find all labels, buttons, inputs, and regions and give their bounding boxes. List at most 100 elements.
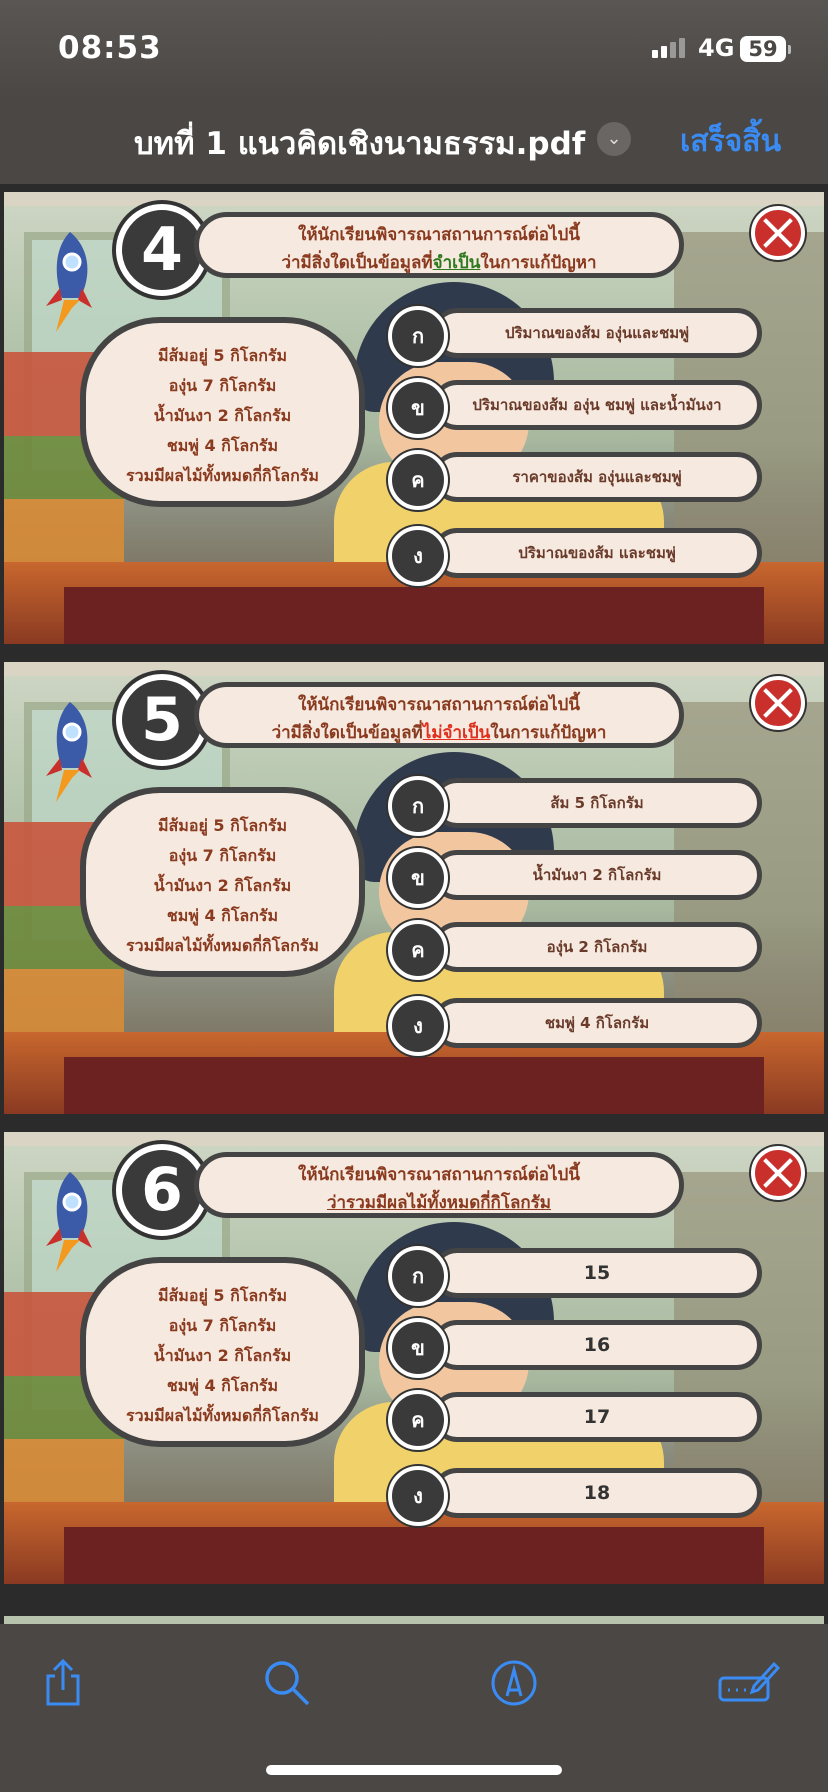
option-d[interactable]: ง ปริมาณของส้ม และชมพู่ — [388, 526, 772, 586]
signature-icon[interactable] — [716, 1656, 780, 1710]
prompt-line-2: ว่ามีสิ่งใดเป็นข้อมูลที่จำเป็นในการแก้ปั… — [199, 249, 679, 277]
info-line: องุ่น 7 กิโลกรัม — [168, 1316, 277, 1335]
home-indicator[interactable] — [266, 1765, 562, 1775]
option-text: น้ำมันงา 2 กิโลกรัม — [432, 850, 762, 900]
option-text: ปริมาณของส้ม และชมพู่ — [432, 528, 762, 578]
slide-question-6: 6 ให้นักเรียนพิจารณาสถานการณ์ต่อไปนี้ ว่… — [4, 1132, 824, 1584]
option-letter: ค — [388, 920, 448, 980]
desk-front — [64, 1527, 764, 1584]
close-icon[interactable] — [751, 676, 805, 730]
option-c[interactable]: ค องุ่น 2 กิโลกรัม — [388, 920, 772, 980]
option-text: 18 — [432, 1468, 762, 1518]
document-nav-bar: บทที่ 1 แนวคิดเชิงนามธรรม.pdf ⌄ เสร็จสิ้… — [0, 100, 828, 184]
question-prompt: ให้นักเรียนพิจารณาสถานการณ์ต่อไปนี้ ว่าม… — [194, 212, 684, 278]
question-prompt: ให้นักเรียนพิจารณาสถานการณ์ต่อไปนี้ ว่าร… — [194, 1152, 684, 1218]
done-button[interactable]: เสร็จสิ้น — [680, 118, 781, 165]
option-a[interactable]: ก ส้ม 5 กิโลกรัม — [388, 776, 772, 836]
option-letter: ง — [388, 1466, 448, 1526]
status-time: 08:53 — [58, 30, 162, 66]
signal-icon — [652, 38, 688, 58]
option-letter: ง — [388, 996, 448, 1056]
rocket-icon — [46, 702, 92, 802]
option-b[interactable]: ข ปริมาณของส้ม องุ่น ชมพู่ และน้ำมันงา — [388, 378, 772, 438]
option-c[interactable]: ค 17 — [388, 1390, 772, 1450]
prompt-text-pre: ว่ามีสิ่งใดเป็นข้อมูลที่ — [271, 723, 423, 743]
desk-front — [64, 1057, 764, 1114]
info-line: มีส้มอยู่ 5 กิโลกรัม — [157, 346, 288, 365]
prompt-highlight: จำเป็น — [432, 253, 481, 273]
prompt-text-post: ในการแก้ปัญหา — [480, 253, 597, 273]
option-d[interactable]: ง ชมพู่ 4 กิโลกรัม — [388, 996, 772, 1056]
prompt-highlight: ว่ารวมมีผลไม้ทั้งหมดกี่กิโลกรัม — [326, 1193, 552, 1213]
info-bubble: มีส้มอยู่ 5 กิโลกรัม องุ่น 7 กิโลกรัม น้… — [80, 1257, 365, 1447]
markup-icon[interactable] — [487, 1656, 541, 1710]
prompt-text-pre: ว่ามีสิ่งใดเป็นข้อมูลที่ — [281, 253, 433, 273]
desk-front — [64, 587, 764, 644]
option-letter: ค — [388, 450, 448, 510]
info-bubble: มีส้มอยู่ 5 กิโลกรัม องุ่น 7 กิโลกรัม น้… — [80, 317, 365, 507]
option-letter: ค — [388, 1390, 448, 1450]
info-line: รวมมีผลไม้ทั้งหมดกี่กิโลกรัม — [126, 1406, 319, 1425]
question-prompt: ให้นักเรียนพิจารณาสถานการณ์ต่อไปนี้ ว่าม… — [194, 682, 684, 748]
prompt-line-1: ให้นักเรียนพิจารณาสถานการณ์ต่อไปนี้ — [298, 1165, 580, 1185]
option-text: 15 — [432, 1248, 762, 1298]
info-line: น้ำมันงา 2 กิโลกรัม — [153, 406, 292, 425]
option-c[interactable]: ค ราคาของส้ม องุ่นและชมพู่ — [388, 450, 772, 510]
option-letter: ข — [388, 378, 448, 438]
info-line: น้ำมันงา 2 กิโลกรัม — [153, 1346, 292, 1365]
ceiling — [4, 192, 824, 206]
option-text: 17 — [432, 1392, 762, 1442]
info-line: องุ่น 7 กิโลกรัม — [168, 846, 277, 865]
prompt-text-post: ในการแก้ปัญหา — [490, 723, 607, 743]
option-text: องุ่น 2 กิโลกรัม — [432, 922, 762, 972]
option-b[interactable]: ข น้ำมันงา 2 กิโลกรัม — [388, 848, 772, 908]
prompt-line-2: ว่ารวมมีผลไม้ทั้งหมดกี่กิโลกรัม — [199, 1189, 679, 1217]
option-text: ชมพู่ 4 กิโลกรัม — [432, 998, 762, 1048]
option-b[interactable]: ข 16 — [388, 1318, 772, 1378]
option-letter: ก — [388, 776, 448, 836]
prompt-line-1: ให้นักเรียนพิจารณาสถานการณ์ต่อไปนี้ — [298, 225, 580, 245]
next-page-edge — [4, 1616, 824, 1624]
prompt-line-2: ว่ามีสิ่งใดเป็นข้อมูลที่ไม่จำเป็นในการแก… — [199, 719, 679, 747]
rocket-icon — [46, 1172, 92, 1272]
battery-icon: 59 — [740, 36, 791, 62]
ceiling — [4, 1132, 824, 1146]
option-letter: ข — [388, 848, 448, 908]
option-letter: ก — [388, 306, 448, 366]
info-line: มีส้มอยู่ 5 กิโลกรัม — [157, 816, 288, 835]
share-icon[interactable] — [36, 1656, 90, 1710]
option-text: ปริมาณของส้ม องุ่นและชมพู่ — [432, 308, 762, 358]
option-text: ราคาของส้ม องุ่นและชมพู่ — [432, 452, 762, 502]
option-letter: ง — [388, 526, 448, 586]
slide-question-4: 4 ให้นักเรียนพิจารณาสถานการณ์ต่อไปนี้ ว่… — [4, 192, 824, 644]
ceiling — [4, 662, 824, 676]
info-line: องุ่น 7 กิโลกรัม — [168, 376, 277, 395]
document-title[interactable]: บทที่ 1 แนวคิดเชิงนามธรรม.pdf — [134, 118, 585, 168]
info-line: น้ำมันงา 2 กิโลกรัม — [153, 876, 292, 895]
info-line: ชมพู่ 4 กิโลกรัม — [166, 436, 279, 455]
slide-question-5: 5 ให้นักเรียนพิจารณาสถานการณ์ต่อไปนี้ ว่… — [4, 662, 824, 1114]
option-a[interactable]: ก ปริมาณของส้ม องุ่นและชมพู่ — [388, 306, 772, 366]
prompt-highlight: ไม่จำเป็น — [422, 723, 491, 743]
option-text: ปริมาณของส้ม องุ่น ชมพู่ และน้ำมันงา — [432, 380, 762, 430]
close-icon[interactable] — [751, 1146, 805, 1200]
option-a[interactable]: ก 15 — [388, 1246, 772, 1306]
info-line: ชมพู่ 4 กิโลกรัม — [166, 906, 279, 925]
option-text: 16 — [432, 1320, 762, 1370]
info-line: รวมมีผลไม้ทั้งหมดกี่กิโลกรัม — [126, 936, 319, 955]
status-bar: 08:53 4G 59 — [0, 0, 828, 100]
pdf-pages[interactable]: 4 ให้นักเรียนพิจารณาสถานการณ์ต่อไปนี้ ว่… — [0, 184, 828, 1624]
chevron-down-icon[interactable]: ⌄ — [597, 122, 631, 156]
search-icon[interactable] — [260, 1656, 314, 1710]
info-line: รวมมีผลไม้ทั้งหมดกี่กิโลกรัม — [126, 466, 319, 485]
option-text: ส้ม 5 กิโลกรัม — [432, 778, 762, 828]
close-icon[interactable] — [751, 206, 805, 260]
info-line: ชมพู่ 4 กิโลกรัม — [166, 1376, 279, 1395]
option-letter: ก — [388, 1246, 448, 1306]
option-d[interactable]: ง 18 — [388, 1466, 772, 1526]
info-line: มีส้มอยู่ 5 กิโลกรัม — [157, 1286, 288, 1305]
network-type: 4G — [698, 34, 735, 62]
option-letter: ข — [388, 1318, 448, 1378]
rocket-icon — [46, 232, 92, 332]
prompt-line-1: ให้นักเรียนพิจารณาสถานการณ์ต่อไปนี้ — [298, 695, 580, 715]
